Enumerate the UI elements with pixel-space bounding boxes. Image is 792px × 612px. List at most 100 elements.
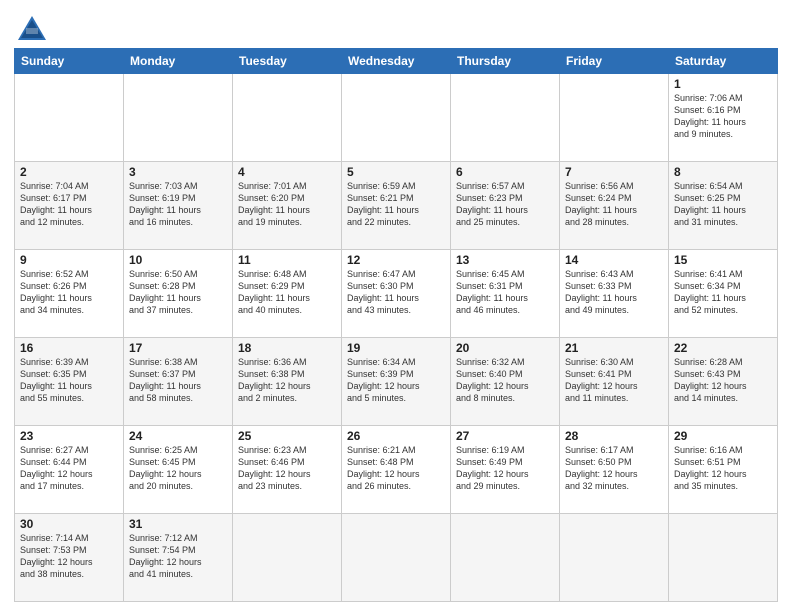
calendar-body: 1Sunrise: 7:06 AM Sunset: 6:16 PM Daylig… xyxy=(15,74,778,602)
day-info: Sunrise: 6:43 AM Sunset: 6:33 PM Dayligh… xyxy=(565,268,663,317)
day-info: Sunrise: 6:28 AM Sunset: 6:43 PM Dayligh… xyxy=(674,356,772,405)
calendar-day: 3Sunrise: 7:03 AM Sunset: 6:19 PM Daylig… xyxy=(124,162,233,250)
calendar-day: 26Sunrise: 6:21 AM Sunset: 6:48 PM Dayli… xyxy=(342,426,451,514)
calendar-day: 24Sunrise: 6:25 AM Sunset: 6:45 PM Dayli… xyxy=(124,426,233,514)
calendar-day: 20Sunrise: 6:32 AM Sunset: 6:40 PM Dayli… xyxy=(451,338,560,426)
day-number: 5 xyxy=(347,165,445,179)
day-info: Sunrise: 6:41 AM Sunset: 6:34 PM Dayligh… xyxy=(674,268,772,317)
calendar-week-4: 16Sunrise: 6:39 AM Sunset: 6:35 PM Dayli… xyxy=(15,338,778,426)
day-number: 30 xyxy=(20,517,118,531)
day-number: 1 xyxy=(674,77,772,91)
calendar-day: 25Sunrise: 6:23 AM Sunset: 6:46 PM Dayli… xyxy=(233,426,342,514)
day-info: Sunrise: 6:16 AM Sunset: 6:51 PM Dayligh… xyxy=(674,444,772,493)
day-info: Sunrise: 6:39 AM Sunset: 6:35 PM Dayligh… xyxy=(20,356,118,405)
day-number: 3 xyxy=(129,165,227,179)
calendar-day: 18Sunrise: 6:36 AM Sunset: 6:38 PM Dayli… xyxy=(233,338,342,426)
calendar-page: SundayMondayTuesdayWednesdayThursdayFrid… xyxy=(0,0,792,612)
weekday-sunday: Sunday xyxy=(15,49,124,74)
weekday-header-row: SundayMondayTuesdayWednesdayThursdayFrid… xyxy=(15,49,778,74)
calendar-day: 16Sunrise: 6:39 AM Sunset: 6:35 PM Dayli… xyxy=(15,338,124,426)
calendar-week-5: 23Sunrise: 6:27 AM Sunset: 6:44 PM Dayli… xyxy=(15,426,778,514)
day-info: Sunrise: 6:17 AM Sunset: 6:50 PM Dayligh… xyxy=(565,444,663,493)
header xyxy=(14,10,778,42)
calendar-day xyxy=(233,74,342,162)
day-number: 31 xyxy=(129,517,227,531)
calendar-table: SundayMondayTuesdayWednesdayThursdayFrid… xyxy=(14,48,778,602)
day-number: 25 xyxy=(238,429,336,443)
day-info: Sunrise: 6:23 AM Sunset: 6:46 PM Dayligh… xyxy=(238,444,336,493)
calendar-day: 21Sunrise: 6:30 AM Sunset: 6:41 PM Dayli… xyxy=(560,338,669,426)
day-info: Sunrise: 6:30 AM Sunset: 6:41 PM Dayligh… xyxy=(565,356,663,405)
day-info: Sunrise: 6:34 AM Sunset: 6:39 PM Dayligh… xyxy=(347,356,445,405)
logo-icon xyxy=(16,14,48,42)
day-number: 4 xyxy=(238,165,336,179)
day-number: 2 xyxy=(20,165,118,179)
calendar-day: 8Sunrise: 6:54 AM Sunset: 6:25 PM Daylig… xyxy=(669,162,778,250)
logo xyxy=(14,14,48,42)
calendar-day xyxy=(451,514,560,602)
day-number: 22 xyxy=(674,341,772,355)
day-info: Sunrise: 6:25 AM Sunset: 6:45 PM Dayligh… xyxy=(129,444,227,493)
calendar-day: 29Sunrise: 6:16 AM Sunset: 6:51 PM Dayli… xyxy=(669,426,778,514)
calendar-day: 1Sunrise: 7:06 AM Sunset: 6:16 PM Daylig… xyxy=(669,74,778,162)
day-info: Sunrise: 7:03 AM Sunset: 6:19 PM Dayligh… xyxy=(129,180,227,229)
calendar-day: 15Sunrise: 6:41 AM Sunset: 6:34 PM Dayli… xyxy=(669,250,778,338)
day-number: 8 xyxy=(674,165,772,179)
calendar-day xyxy=(342,74,451,162)
calendar-day xyxy=(233,514,342,602)
day-number: 21 xyxy=(565,341,663,355)
weekday-saturday: Saturday xyxy=(669,49,778,74)
calendar-day: 27Sunrise: 6:19 AM Sunset: 6:49 PM Dayli… xyxy=(451,426,560,514)
day-number: 28 xyxy=(565,429,663,443)
calendar-day: 23Sunrise: 6:27 AM Sunset: 6:44 PM Dayli… xyxy=(15,426,124,514)
calendar-day: 13Sunrise: 6:45 AM Sunset: 6:31 PM Dayli… xyxy=(451,250,560,338)
day-number: 17 xyxy=(129,341,227,355)
calendar-week-6: 30Sunrise: 7:14 AM Sunset: 7:53 PM Dayli… xyxy=(15,514,778,602)
day-number: 10 xyxy=(129,253,227,267)
day-number: 27 xyxy=(456,429,554,443)
calendar-day: 10Sunrise: 6:50 AM Sunset: 6:28 PM Dayli… xyxy=(124,250,233,338)
day-number: 23 xyxy=(20,429,118,443)
calendar-day xyxy=(342,514,451,602)
calendar-day xyxy=(560,74,669,162)
calendar-day: 11Sunrise: 6:48 AM Sunset: 6:29 PM Dayli… xyxy=(233,250,342,338)
weekday-thursday: Thursday xyxy=(451,49,560,74)
day-number: 7 xyxy=(565,165,663,179)
day-number: 18 xyxy=(238,341,336,355)
day-info: Sunrise: 6:52 AM Sunset: 6:26 PM Dayligh… xyxy=(20,268,118,317)
day-info: Sunrise: 7:04 AM Sunset: 6:17 PM Dayligh… xyxy=(20,180,118,229)
calendar-day: 5Sunrise: 6:59 AM Sunset: 6:21 PM Daylig… xyxy=(342,162,451,250)
weekday-friday: Friday xyxy=(560,49,669,74)
day-number: 12 xyxy=(347,253,445,267)
day-number: 29 xyxy=(674,429,772,443)
calendar-day: 28Sunrise: 6:17 AM Sunset: 6:50 PM Dayli… xyxy=(560,426,669,514)
day-number: 16 xyxy=(20,341,118,355)
day-info: Sunrise: 7:06 AM Sunset: 6:16 PM Dayligh… xyxy=(674,92,772,141)
day-number: 6 xyxy=(456,165,554,179)
day-number: 24 xyxy=(129,429,227,443)
day-info: Sunrise: 6:59 AM Sunset: 6:21 PM Dayligh… xyxy=(347,180,445,229)
calendar-day: 14Sunrise: 6:43 AM Sunset: 6:33 PM Dayli… xyxy=(560,250,669,338)
day-info: Sunrise: 6:21 AM Sunset: 6:48 PM Dayligh… xyxy=(347,444,445,493)
day-number: 13 xyxy=(456,253,554,267)
calendar-day xyxy=(669,514,778,602)
day-info: Sunrise: 6:19 AM Sunset: 6:49 PM Dayligh… xyxy=(456,444,554,493)
calendar-day: 31Sunrise: 7:12 AM Sunset: 7:54 PM Dayli… xyxy=(124,514,233,602)
day-number: 14 xyxy=(565,253,663,267)
calendar-header: SundayMondayTuesdayWednesdayThursdayFrid… xyxy=(15,49,778,74)
calendar-day: 19Sunrise: 6:34 AM Sunset: 6:39 PM Dayli… xyxy=(342,338,451,426)
calendar-day: 2Sunrise: 7:04 AM Sunset: 6:17 PM Daylig… xyxy=(15,162,124,250)
calendar-day: 4Sunrise: 7:01 AM Sunset: 6:20 PM Daylig… xyxy=(233,162,342,250)
day-number: 15 xyxy=(674,253,772,267)
day-info: Sunrise: 7:01 AM Sunset: 6:20 PM Dayligh… xyxy=(238,180,336,229)
weekday-monday: Monday xyxy=(124,49,233,74)
day-info: Sunrise: 6:45 AM Sunset: 6:31 PM Dayligh… xyxy=(456,268,554,317)
calendar-day xyxy=(15,74,124,162)
calendar-day: 6Sunrise: 6:57 AM Sunset: 6:23 PM Daylig… xyxy=(451,162,560,250)
calendar-day xyxy=(124,74,233,162)
day-info: Sunrise: 6:50 AM Sunset: 6:28 PM Dayligh… xyxy=(129,268,227,317)
calendar-day xyxy=(560,514,669,602)
calendar-day: 30Sunrise: 7:14 AM Sunset: 7:53 PM Dayli… xyxy=(15,514,124,602)
day-info: Sunrise: 6:27 AM Sunset: 6:44 PM Dayligh… xyxy=(20,444,118,493)
day-info: Sunrise: 6:47 AM Sunset: 6:30 PM Dayligh… xyxy=(347,268,445,317)
